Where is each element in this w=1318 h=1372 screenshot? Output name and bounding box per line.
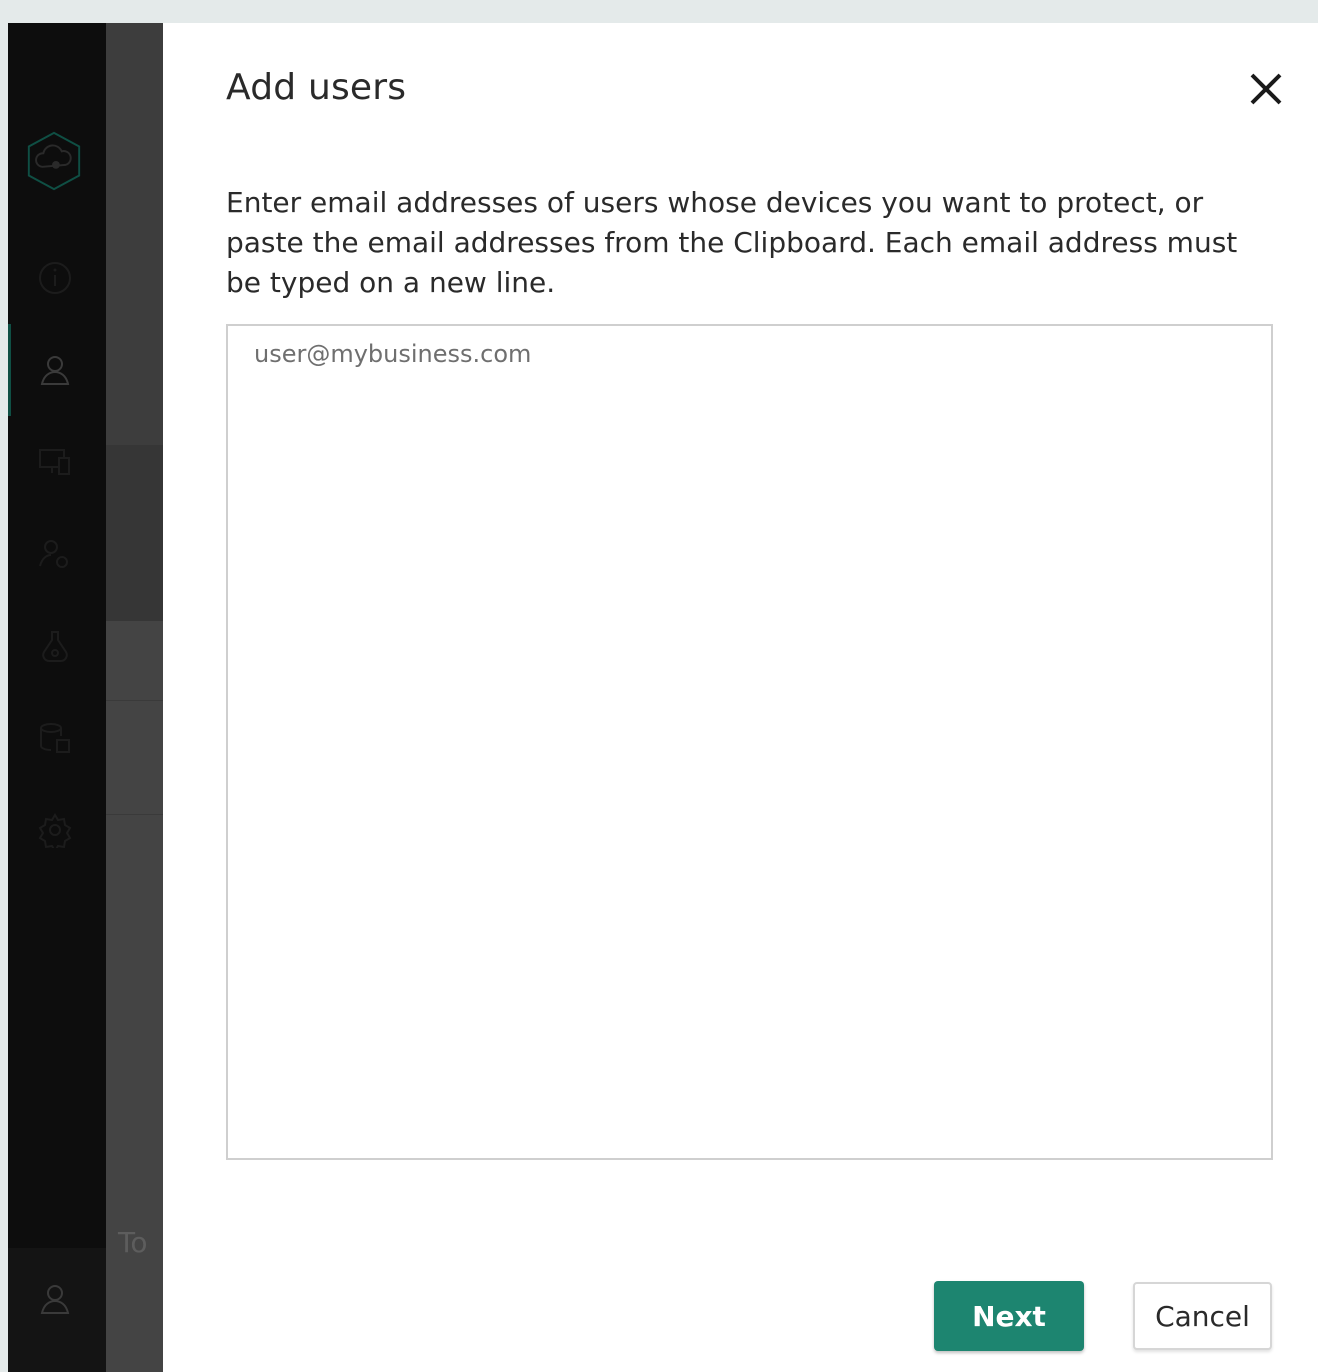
next-button[interactable]: Next xyxy=(934,1281,1084,1351)
background-text: To xyxy=(118,1226,148,1259)
close-icon[interactable] xyxy=(1246,69,1286,109)
app-window: To Add users Enter email addresses of us… xyxy=(8,23,1318,1372)
gear-icon[interactable] xyxy=(36,811,74,849)
instructions-text: Enter email addresses of users whose dev… xyxy=(226,186,1238,299)
user-settings-icon[interactable] xyxy=(36,535,74,573)
email-addresses-input[interactable] xyxy=(226,324,1273,1160)
account-area xyxy=(8,1248,106,1372)
database-icon[interactable] xyxy=(36,719,74,757)
add-users-dialog: Add users Enter email addresses of users… xyxy=(163,23,1318,1372)
flask-icon[interactable] xyxy=(36,627,74,665)
active-indicator xyxy=(8,324,11,416)
cloud-shield-icon[interactable] xyxy=(22,129,86,193)
user-icon[interactable] xyxy=(36,351,74,389)
dialog-title: Add users xyxy=(226,67,407,108)
cancel-button[interactable]: Cancel xyxy=(1133,1282,1272,1350)
devices-icon[interactable] xyxy=(36,443,74,481)
info-icon[interactable] xyxy=(36,259,74,297)
user-account-icon[interactable] xyxy=(36,1280,74,1318)
navigation-rail xyxy=(8,23,106,1372)
dimmed-background: To xyxy=(106,23,163,1372)
